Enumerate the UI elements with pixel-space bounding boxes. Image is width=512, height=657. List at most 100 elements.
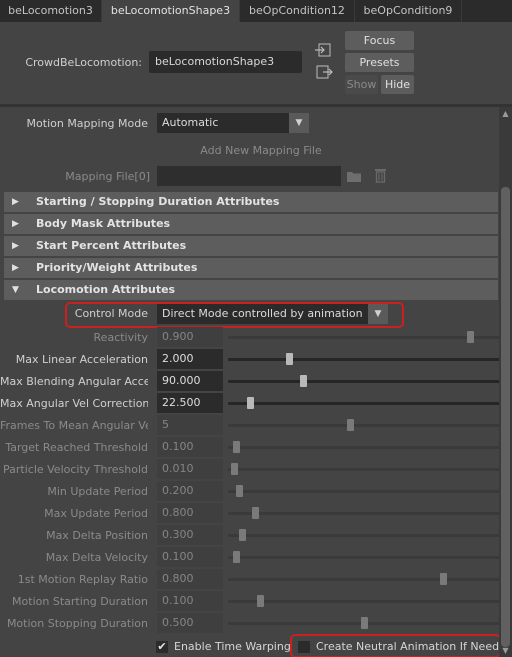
section-body-mask[interactable]: ▶ Body Mask Attributes <box>4 214 498 234</box>
tab-belocomotionshape3[interactable]: beLocomotionShape3 <box>102 0 240 22</box>
section-label: Start Percent Attributes <box>36 239 187 252</box>
attribute-label: Max Linear Acceleration <box>15 353 148 366</box>
attribute-label: Min Update Period <box>47 485 148 498</box>
attribute-slider-track <box>228 534 500 537</box>
motion-mapping-mode-value: Automatic <box>162 116 219 129</box>
section-label: Starting / Stopping Duration Attributes <box>36 195 280 208</box>
input-connection-icon[interactable] <box>315 42 333 58</box>
attribute-slider-track <box>228 556 500 559</box>
attribute-slider-handle <box>361 617 368 629</box>
attribute-value-field: 0.500 <box>157 613 223 633</box>
section-label: Locomotion Attributes <box>36 283 176 296</box>
output-connection-icon[interactable] <box>315 64 333 80</box>
attribute-value-field: 0.010 <box>157 459 223 479</box>
section-locomotion[interactable]: ▼ Locomotion Attributes <box>4 280 498 300</box>
section-label: Body Mask Attributes <box>36 217 171 230</box>
attribute-value-field: 0.100 <box>157 437 223 457</box>
attribute-label: Motion Stopping Duration <box>6 617 148 630</box>
attribute-label: Target Reached Threshold <box>5 441 148 454</box>
control-mode-value: Direct Mode controlled by animation <box>162 307 363 320</box>
node-type-label: CrowdBeLocomotion: <box>25 56 142 69</box>
expand-arrow-icon: ▶ <box>12 241 19 251</box>
attribute-slider-handle <box>252 507 259 519</box>
attribute-slider-track <box>228 490 500 493</box>
motion-mapping-mode-dropdown[interactable]: Automatic ▼ <box>157 113 309 133</box>
folder-icon[interactable] <box>346 169 362 183</box>
section-priority-weight[interactable]: ▶ Priority/Weight Attributes <box>4 258 498 278</box>
attribute-slider-handle <box>257 595 264 607</box>
expand-arrow-icon: ▶ <box>12 219 19 229</box>
attribute-slider-handle <box>467 331 474 343</box>
chevron-down-icon: ▼ <box>368 304 388 324</box>
hide-button[interactable]: Hide <box>381 75 414 94</box>
attribute-value-field: 0.100 <box>157 591 223 611</box>
attribute-value-field: 0.100 <box>157 547 223 567</box>
attribute-slider-track <box>228 336 500 339</box>
attribute-slider-handle <box>440 573 447 585</box>
enable-time-warping-checkbox[interactable]: ✔ <box>156 641 168 653</box>
create-neutral-animation-checkbox[interactable] <box>298 641 310 653</box>
attribute-slider-handle[interactable] <box>247 397 254 409</box>
attribute-slider-handle <box>347 419 354 431</box>
checkmark-icon: ✔ <box>157 640 167 653</box>
expand-arrow-icon: ▶ <box>12 263 19 273</box>
attribute-slider-handle <box>239 529 246 541</box>
attribute-slider-track <box>228 600 500 603</box>
attribute-label: Frames To Mean Angular Vel <box>0 419 148 432</box>
mapping-file-field[interactable] <box>157 166 341 186</box>
attribute-value-field: 0.800 <box>157 503 223 523</box>
scrollbar-thumb[interactable] <box>501 187 510 647</box>
tab-beopcondition9[interactable]: beOpCondition9 <box>355 0 462 22</box>
show-button[interactable]: Show <box>345 75 378 94</box>
section-starting-stopping[interactable]: ▶ Starting / Stopping Duration Attribute… <box>4 192 498 212</box>
create-neutral-animation-label: Create Neutral Animation If Needed <box>316 640 512 653</box>
trash-icon[interactable] <box>374 167 387 183</box>
attribute-scroll-area[interactable]: Motion Mapping Mode Automatic ▼ Add New … <box>0 107 512 657</box>
scroll-down-icon[interactable]: ▼ <box>501 646 510 655</box>
section-start-percent[interactable]: ▶ Start Percent Attributes <box>4 236 498 256</box>
attribute-slider-track <box>228 468 500 471</box>
attribute-slider-track <box>228 424 500 427</box>
presets-button[interactable]: Presets <box>345 53 414 72</box>
attribute-label: Max Delta Position <box>46 529 148 542</box>
attribute-slider-handle[interactable] <box>286 353 293 365</box>
attribute-value-field[interactable]: 90.000 <box>157 371 223 391</box>
attribute-slider-track <box>228 446 500 449</box>
control-mode-label: Control Mode <box>74 307 148 320</box>
focus-button[interactable]: Focus <box>345 31 414 50</box>
attribute-slider-handle[interactable] <box>300 375 307 387</box>
section-label: Priority/Weight Attributes <box>36 261 198 274</box>
attribute-label: Max Angular Vel Correction <box>0 397 148 410</box>
expand-arrow-icon: ▶ <box>12 197 19 207</box>
attribute-label: 1st Motion Replay Ratio <box>17 573 148 586</box>
add-mapping-file-button[interactable]: Add New Mapping File <box>157 144 365 157</box>
node-name-field[interactable]: beLocomotionShape3 <box>149 51 302 73</box>
attribute-value-field: 5 <box>157 415 223 435</box>
attribute-slider-track[interactable] <box>228 380 500 383</box>
attribute-label: Max Delta Velocity <box>45 551 148 564</box>
attribute-value-field[interactable]: 2.000 <box>157 349 223 369</box>
scroll-up-icon[interactable]: ▲ <box>501 109 510 118</box>
vertical-scrollbar[interactable]: ▲ ▼ <box>499 107 512 657</box>
attribute-value-field[interactable]: 22.500 <box>157 393 223 413</box>
collapse-arrow-icon: ▼ <box>12 285 19 295</box>
control-mode-dropdown[interactable]: Direct Mode controlled by animation ▼ <box>157 304 388 324</box>
attribute-label: Max Blending Angular Accel <box>0 375 148 388</box>
attribute-slider-handle <box>233 441 240 453</box>
attribute-label: Motion Starting Duration <box>12 595 148 608</box>
attribute-slider-handle <box>233 551 240 563</box>
chevron-down-icon: ▼ <box>289 113 309 133</box>
motion-mapping-mode-label: Motion Mapping Mode <box>26 117 148 130</box>
attribute-label: Reactivity <box>93 331 148 344</box>
attribute-value-field: 0.900 <box>157 327 223 347</box>
tab-bar: beLocomotion3 beLocomotionShape3 beOpCon… <box>0 0 512 22</box>
enable-time-warping-label: Enable Time Warping <box>174 640 291 653</box>
attribute-value-field: 0.200 <box>157 481 223 501</box>
attribute-slider-track[interactable] <box>228 358 500 361</box>
tab-belocomotion3[interactable]: beLocomotion3 <box>0 0 102 22</box>
attribute-slider-handle <box>231 463 238 475</box>
attribute-slider-track <box>228 578 500 581</box>
attribute-value-field: 0.800 <box>157 569 223 589</box>
tab-beopcondition12[interactable]: beOpCondition12 <box>240 0 355 22</box>
attribute-slider-track[interactable] <box>228 402 500 405</box>
